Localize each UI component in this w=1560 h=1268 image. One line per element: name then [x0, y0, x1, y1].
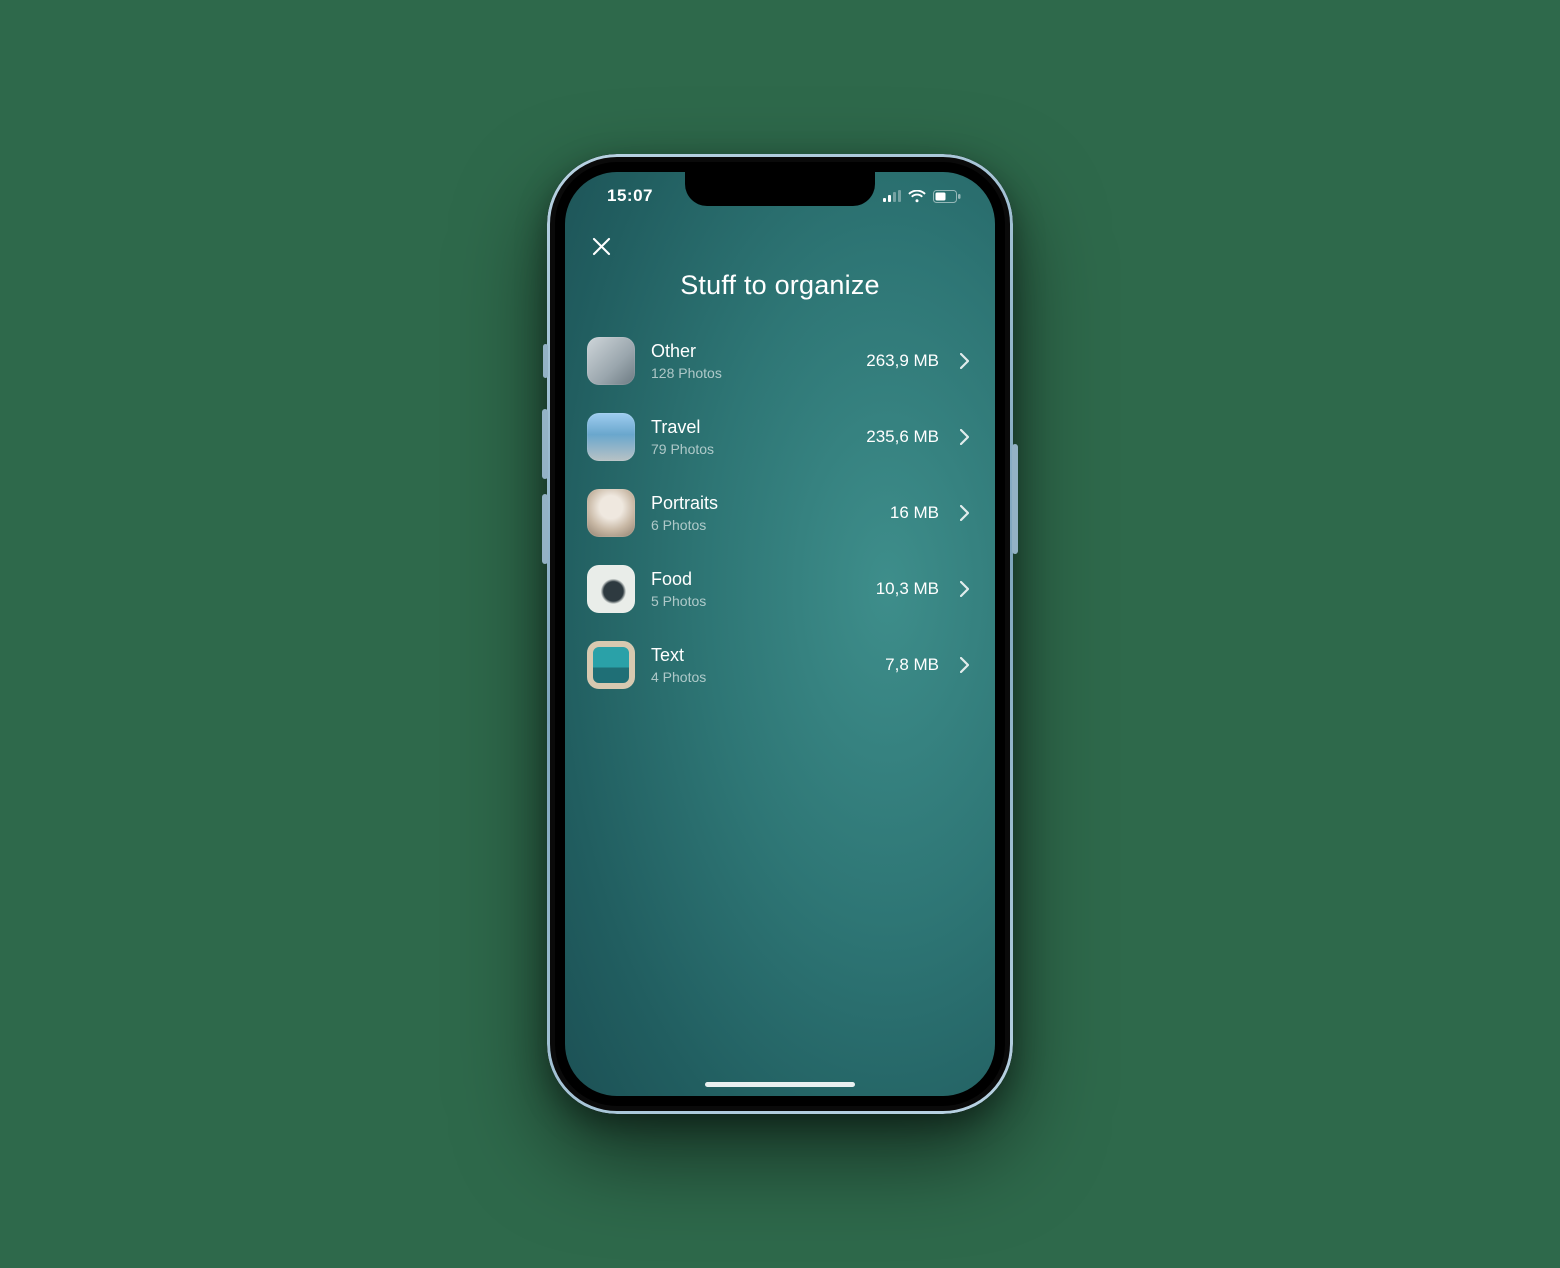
category-row[interactable]: Text 4 Photos 7,8 MB: [587, 627, 973, 703]
power-button: [1012, 444, 1018, 554]
page-title: Stuff to organize: [565, 270, 995, 301]
wifi-icon: [908, 190, 926, 203]
category-row[interactable]: Travel 79 Photos 235,6 MB: [587, 399, 973, 475]
category-title: Food: [651, 569, 860, 591]
category-size: 7,8 MB: [885, 655, 939, 675]
category-list: Other 128 Photos 263,9 MB Travel 79 Phot…: [565, 323, 995, 703]
category-title: Portraits: [651, 493, 874, 515]
category-row[interactable]: Portraits 6 Photos 16 MB: [587, 475, 973, 551]
category-subtitle: 6 Photos: [651, 517, 874, 533]
chevron-right-icon: [955, 657, 973, 673]
cellular-icon: [883, 190, 901, 202]
volume-up-button: [542, 409, 548, 479]
category-thumbnail: [587, 565, 635, 613]
home-indicator: [705, 1082, 855, 1087]
battery-icon: [933, 190, 961, 203]
category-subtitle: 128 Photos: [651, 365, 850, 381]
notch: [685, 172, 875, 206]
category-size: 263,9 MB: [866, 351, 939, 371]
chevron-right-icon: [955, 505, 973, 521]
category-title: Travel: [651, 417, 850, 439]
category-subtitle: 4 Photos: [651, 669, 869, 685]
category-title: Text: [651, 645, 869, 667]
category-thumbnail: [587, 489, 635, 537]
category-row[interactable]: Other 128 Photos 263,9 MB: [587, 323, 973, 399]
phone-frame: 15:07: [547, 154, 1013, 1114]
category-size: 10,3 MB: [876, 579, 939, 599]
chevron-right-icon: [955, 353, 973, 369]
chevron-right-icon: [955, 429, 973, 445]
screen: 15:07: [565, 172, 995, 1096]
volume-down-button: [542, 494, 548, 564]
category-subtitle: 79 Photos: [651, 441, 850, 457]
close-icon: [592, 237, 611, 256]
category-row[interactable]: Food 5 Photos 10,3 MB: [587, 551, 973, 627]
mute-switch: [543, 344, 548, 378]
chevron-right-icon: [955, 581, 973, 597]
category-thumbnail: [587, 337, 635, 385]
status-time: 15:07: [593, 186, 653, 206]
category-size: 235,6 MB: [866, 427, 939, 447]
category-thumbnail: [587, 641, 635, 689]
category-title: Other: [651, 341, 850, 363]
category-subtitle: 5 Photos: [651, 593, 860, 609]
close-button[interactable]: [587, 232, 615, 260]
category-size: 16 MB: [890, 503, 939, 523]
category-thumbnail: [587, 413, 635, 461]
